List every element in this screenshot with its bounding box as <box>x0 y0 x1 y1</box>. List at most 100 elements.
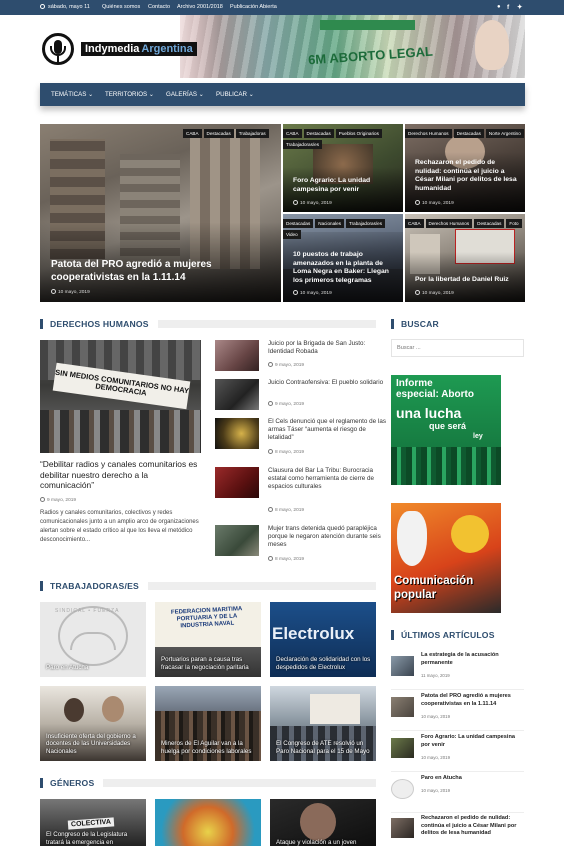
section-heading-trab: TRABAJADORAS/ES <box>40 581 376 591</box>
grid-tile[interactable]: COLECTIVA El Congreso de la Legislatura … <box>40 799 146 846</box>
site-logo[interactable]: Indymedia Argentina <box>42 33 197 67</box>
featured-title[interactable]: Foro Agrario: La unidad campesina por ve… <box>293 176 393 194</box>
tile-title: Ataque y violación a un joven <box>276 838 357 846</box>
link-archivo[interactable]: Archivo 2001/2018 <box>177 0 223 15</box>
tag[interactable]: Foto <box>506 219 522 228</box>
chevron-down-icon: ⌄ <box>88 91 94 98</box>
latest-item[interactable]: Foro Agrario: La unidad campesina por ve… <box>391 734 524 772</box>
grid-tile[interactable]: SINDICAL • FUERZA Paro en Atucha <box>40 602 146 677</box>
grid-tile[interactable]: FEDERACION MARITIMA PORTUARIA Y DE LA IN… <box>155 602 261 677</box>
link-publicacion-abierta[interactable]: Publicación Abierta <box>230 0 277 15</box>
latest-item[interactable]: Patota del PRO agredió a mujeres coopera… <box>391 693 524 731</box>
ddhh-main-image[interactable]: SIN MEDIOS COMUNITARIOS NO HAY DEMOCRACI… <box>40 340 201 453</box>
promo-aborto-ley[interactable]: Informe especial: Aborto una lucha que s… <box>391 375 501 485</box>
tag[interactable]: Trabajadoras/es <box>346 219 386 228</box>
list-item-title[interactable]: Juicio por la Brigada de San Justo: Iden… <box>268 340 386 356</box>
tag[interactable]: Destacadas <box>474 219 505 228</box>
grid-tile[interactable]: Ataque y violación a un joven <box>270 799 376 846</box>
featured-date: 10 mayo, 2019 <box>293 200 393 206</box>
featured-title[interactable]: 10 puestos de trabajo amenazados en la p… <box>293 251 398 285</box>
tag[interactable]: Destacadas <box>303 129 334 138</box>
tile-title: Mineros de El Aguilar van a la huelga po… <box>161 740 252 755</box>
site-header: 6M ABORTO LEGAL Indymedia Argentina <box>40 15 525 78</box>
twitter-icon[interactable]: ✦ <box>517 0 522 15</box>
featured-main[interactable]: CABA Destacadas Trabajadoras Patota del … <box>40 124 281 302</box>
tag[interactable]: Video <box>283 230 301 239</box>
tag[interactable]: Destacadas <box>203 129 234 138</box>
tile-title: Insuficiente oferta del gobierno a docen… <box>46 732 136 755</box>
tag[interactable]: CABA <box>283 129 302 138</box>
featured-title[interactable]: Patota del PRO agredió a mujeres coopera… <box>51 259 270 284</box>
tag[interactable]: Derechos Humanos <box>425 219 473 228</box>
tag[interactable]: Destacadas <box>283 219 314 228</box>
thumb-image[interactable] <box>391 697 414 717</box>
main-nav: TEMÁTICAS ⌄ TERRITORIOS ⌄ GALERÍAS ⌄ PUB… <box>40 83 525 106</box>
grid-tile[interactable]: Mineros de El Aguilar van a la huelga po… <box>155 686 261 761</box>
chevron-down-icon: ⌄ <box>198 91 204 98</box>
thumb-image[interactable] <box>215 340 259 371</box>
chevron-down-icon: ⌄ <box>148 91 155 98</box>
link-contacto[interactable]: Contacto <box>148 0 170 15</box>
nav-galerias[interactable]: GALERÍAS ⌄ <box>166 83 204 106</box>
thumb-image[interactable] <box>215 379 259 410</box>
logo-mic-icon <box>42 33 74 65</box>
clock-icon <box>268 401 273 406</box>
ddhh-main-excerpt: Radios y canales comunitarios, colectivo… <box>40 510 199 543</box>
featured-4[interactable]: Destacadas Nacionales Trabajadoras/es Vi… <box>283 214 403 302</box>
featured-title[interactable]: Por la libertad de Daniel Ruiz <box>415 275 515 284</box>
nav-publicar[interactable]: PUBLICAR ⌄ <box>216 83 254 106</box>
grid-tile[interactable] <box>155 799 261 846</box>
grid-tile[interactable]: El Congreso de ATE resolvió un Paro Naci… <box>270 686 376 761</box>
latest-item[interactable]: Paro en Atucha 10 mayo, 2019 <box>391 775 524 813</box>
list-item-title[interactable]: Clausura del Bar La Tribu: Burocracia es… <box>268 467 386 492</box>
thumb-image[interactable] <box>391 656 414 676</box>
latest-item[interactable]: La estrategia de la acusación permanente… <box>391 652 524 690</box>
tag[interactable]: Derechos Humanos <box>405 129 452 138</box>
clock-icon <box>268 507 273 512</box>
tag[interactable]: Pueblos Originarios <box>335 129 382 138</box>
thumb-image[interactable] <box>215 418 259 449</box>
list-item-title[interactable]: El Cels denunció que el reglamento de la… <box>268 418 386 443</box>
tile-title: El Congreso de la Legislatura tratará la… <box>46 831 128 846</box>
latest-item[interactable]: Rechazaron el pedido de nulidad: continú… <box>391 815 524 853</box>
nav-tematicas[interactable]: TEMÁTICAS ⌄ <box>51 83 93 106</box>
tag[interactable]: Trabajadoras/es <box>283 140 323 149</box>
list-item-title[interactable]: Juicio Contraofensiva: El pueblo solidar… <box>268 379 386 387</box>
featured-3[interactable]: Derechos Humanos Destacadas Norte Argent… <box>405 124 525 212</box>
section-heading-generos: GÉNEROS <box>40 778 376 788</box>
link-quienes-somos[interactable]: Quiénes somos <box>102 0 140 15</box>
featured-date: 10 mayo, 2019 <box>293 290 398 296</box>
tag[interactable]: CABA <box>405 219 424 228</box>
grid-tile[interactable]: Electrolux Declaración de solidaridad co… <box>270 602 376 677</box>
section-heading-ddhh: DERECHOS HUMANOS <box>40 319 376 329</box>
thumb-image[interactable] <box>391 738 414 758</box>
promo-comunicacion-popular[interactable]: Comunicación popular <box>391 503 501 613</box>
tile-title: Portuarios paran a causa tras fracasar l… <box>161 656 249 671</box>
thumb-image[interactable] <box>215 467 259 498</box>
search-input[interactable] <box>391 339 524 357</box>
tag[interactable]: Destacadas <box>453 129 484 138</box>
thumb-image[interactable] <box>391 779 414 799</box>
tag[interactable]: CABA <box>183 129 202 138</box>
facebook-icon[interactable]: f <box>507 0 509 15</box>
featured-title[interactable]: Rechazaron el pedido de nulidad: continú… <box>415 159 519 194</box>
reddit-icon[interactable]: ● <box>497 0 501 15</box>
clock-icon <box>40 4 45 9</box>
thumb-image[interactable] <box>391 818 414 838</box>
featured-5[interactable]: CABA Derechos Humanos Destacadas Foto Po… <box>405 214 525 302</box>
section-heading-buscar: BUSCAR <box>391 319 524 329</box>
header-banner-image: 6M ABORTO LEGAL <box>180 15 525 78</box>
clock-icon <box>268 362 273 367</box>
grid-tile[interactable]: Insuficiente oferta del gobierno a docen… <box>40 686 146 761</box>
tag[interactable]: Trabajadoras <box>235 129 269 138</box>
tag[interactable]: Nacionales <box>315 219 344 228</box>
clock-icon <box>415 290 420 295</box>
ddhh-main-date: 9 mayo, 2019 <box>40 497 76 503</box>
featured-2[interactable]: CABA Destacadas Pueblos Originarios Trab… <box>283 124 403 212</box>
tag[interactable]: Norte Argentino <box>485 129 524 138</box>
thumb-image[interactable] <box>215 525 259 556</box>
section-heading-ultimos: ÚLTIMOS ARTÍCULOS <box>391 630 524 640</box>
nav-territorios[interactable]: TERRITORIOS ⌄ <box>105 83 154 106</box>
list-item-title[interactable]: Mujer trans detenida quedó parapléjica p… <box>268 525 386 550</box>
ddhh-main-title[interactable]: “Debilitar radios y canales comunitarios… <box>40 459 204 491</box>
